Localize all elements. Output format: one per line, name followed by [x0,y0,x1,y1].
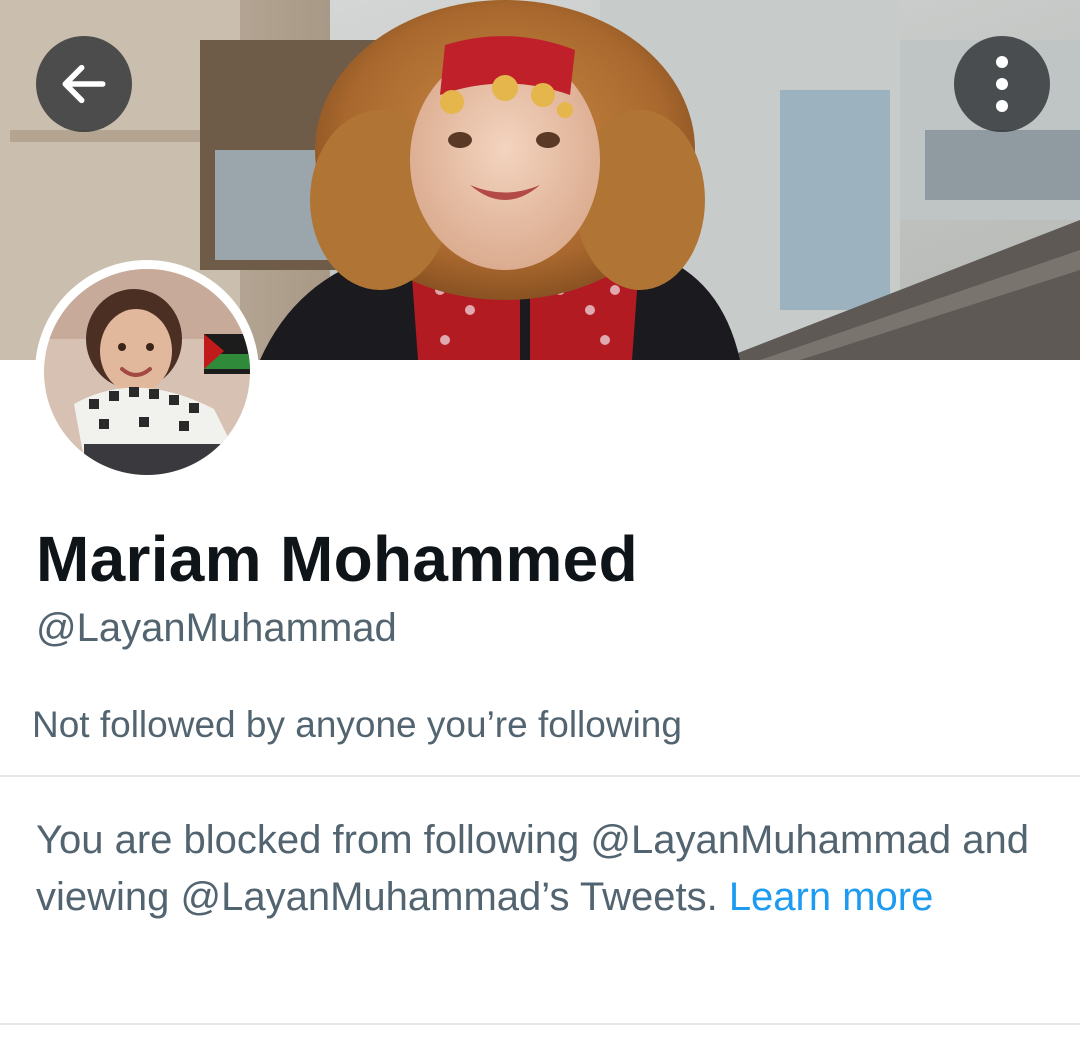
avatar-image [44,269,250,475]
divider [0,1023,1080,1025]
profile-page: Mariam Mohammed @LayanMuhammad Not follo… [0,0,1080,1053]
avatar[interactable] [35,260,259,484]
arrow-left-icon [56,56,112,112]
back-button[interactable] [36,36,132,132]
followers-you-know-note: Not followed by anyone you’re following [32,704,682,745]
more-vertical-icon [992,54,1012,114]
blocked-notice: You are blocked from following @LayanMuh… [36,812,1036,926]
display-name: Mariam Mohammed [36,523,638,595]
divider [0,775,1080,777]
user-handle: @LayanMuhammad [36,606,397,650]
more-options-button[interactable] [954,36,1050,132]
learn-more-link[interactable]: Learn more [729,875,934,919]
